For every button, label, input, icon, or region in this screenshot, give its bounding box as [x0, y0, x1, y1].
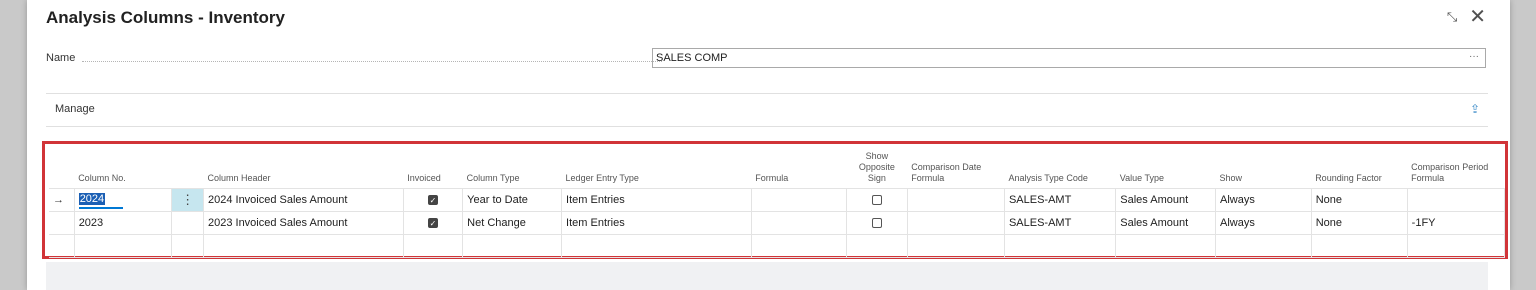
- empty-cell[interactable]: [906, 234, 1005, 258]
- empty-cell[interactable]: [1003, 234, 1117, 258]
- comparison-period-formula-cell[interactable]: [1406, 188, 1506, 212]
- columns-grid-highlight: Column No. Column Header Invoiced Column…: [42, 141, 1508, 259]
- invoiced-checkbox[interactable]: ✓: [427, 195, 438, 206]
- column-no-cell[interactable]: 2024: [73, 188, 173, 212]
- col-comparison-date-formula-header[interactable]: Comparison Date Formula: [907, 145, 1004, 189]
- comparison-date-formula-cell[interactable]: [906, 211, 1005, 235]
- col-analysis-type-code-header[interactable]: Analysis Type Code: [1004, 145, 1115, 189]
- name-leader-dots: [82, 61, 662, 62]
- collapse-arrows-icon[interactable]: ⤡: [1447, 6, 1457, 28]
- empty-cell: [49, 234, 75, 258]
- dialog-title: Analysis Columns - Inventory: [46, 8, 285, 27]
- comparison-date-formula-cell[interactable]: [906, 188, 1005, 212]
- row-menu-cell[interactable]: [171, 211, 204, 235]
- column-no-cell[interactable]: 2023: [73, 211, 173, 235]
- show-opposite-sign-checkbox[interactable]: [871, 195, 882, 206]
- show-opposite-sign-cell[interactable]: [846, 188, 908, 212]
- col-ledger-entry-type-header[interactable]: Ledger Entry Type: [562, 145, 752, 189]
- col-comparison-date-formula-line2: Formula: [911, 173, 945, 183]
- col-show-opposite-sign-line3: Sign: [867, 173, 886, 183]
- empty-cell[interactable]: [750, 234, 848, 258]
- column-no-value: 2024: [78, 193, 106, 205]
- name-field-row: Name SALES COMP ···: [46, 48, 1488, 70]
- empty-cell[interactable]: [402, 234, 464, 258]
- show-opposite-sign-cell[interactable]: [846, 211, 908, 235]
- name-input-value: SALES COMP: [656, 52, 728, 64]
- empty-cell[interactable]: [1115, 234, 1217, 258]
- col-invoiced-header[interactable]: Invoiced: [403, 145, 462, 189]
- column-header-cell[interactable]: 2024 Invoiced Sales Amount: [202, 188, 404, 212]
- row-menu-icon[interactable]: ⋮: [171, 188, 204, 212]
- invoiced-cell[interactable]: ✓: [402, 188, 464, 212]
- empty-cell[interactable]: [202, 234, 404, 258]
- col-menu-header: [172, 145, 204, 189]
- empty-cell[interactable]: [1215, 234, 1312, 258]
- col-comparison-period-formula-line2: Formula: [1411, 173, 1445, 183]
- empty-cell: [171, 234, 204, 258]
- empty-new-row[interactable]: [49, 234, 1506, 258]
- columns-grid: Column No. Column Header Invoiced Column…: [49, 145, 1506, 258]
- invoiced-cell[interactable]: ✓: [402, 211, 464, 235]
- empty-cell[interactable]: [561, 234, 752, 258]
- name-input[interactable]: SALES COMP ···: [652, 48, 1486, 68]
- formula-cell[interactable]: [750, 211, 848, 235]
- col-show-header[interactable]: Show: [1216, 145, 1312, 189]
- empty-cell[interactable]: [1310, 234, 1408, 258]
- grid-empty-area: [46, 262, 1488, 290]
- column-header-cell[interactable]: 2023 Invoiced Sales Amount: [202, 211, 404, 235]
- col-show-opposite-sign-line2: Opposite: [858, 162, 895, 172]
- close-icon[interactable]: ✕: [1469, 6, 1486, 28]
- comparison-period-formula-cell[interactable]: -1FY: [1406, 211, 1506, 235]
- col-show-opposite-sign-header[interactable]: Show Opposite Sign: [847, 145, 908, 189]
- table-row[interactable]: → 2024 ⋮ 2024 Invoiced Sales Amount ✓ Ye…: [49, 188, 1506, 212]
- analysis-type-code-cell[interactable]: SALES-AMT: [1003, 188, 1117, 212]
- col-value-type-header[interactable]: Value Type: [1116, 145, 1216, 189]
- col-comparison-date-formula-line1: Comparison Date: [911, 162, 982, 172]
- col-column-no-header[interactable]: Column No.: [74, 145, 172, 189]
- value-type-cell[interactable]: Sales Amount: [1115, 211, 1217, 235]
- show-opposite-sign-checkbox[interactable]: [871, 218, 882, 229]
- col-rounding-factor-header[interactable]: Rounding Factor: [1311, 145, 1407, 189]
- ledger-entry-type-cell[interactable]: Item Entries: [561, 211, 752, 235]
- share-icon[interactable]: ⇪: [1470, 102, 1480, 116]
- row-indicator-arrow-icon: →: [49, 188, 75, 212]
- name-more-button[interactable]: ···: [1469, 51, 1479, 62]
- action-bar: Manage ⇪: [46, 93, 1488, 127]
- value-type-cell[interactable]: Sales Amount: [1115, 188, 1217, 212]
- rounding-factor-cell[interactable]: None: [1310, 188, 1408, 212]
- row-indicator: [49, 211, 75, 235]
- empty-cell[interactable]: [846, 234, 908, 258]
- col-column-type-header[interactable]: Column Type: [463, 145, 562, 189]
- column-no-input[interactable]: 2024: [78, 191, 123, 209]
- empty-cell[interactable]: [462, 234, 563, 258]
- empty-cell[interactable]: [1406, 234, 1506, 258]
- analysis-type-code-cell[interactable]: SALES-AMT: [1003, 211, 1117, 235]
- ledger-entry-type-cell[interactable]: Item Entries: [561, 188, 752, 212]
- analysis-columns-dialog: Analysis Columns - Inventory ⤡ ✕ Name SA…: [27, 0, 1510, 290]
- col-formula-header[interactable]: Formula: [751, 145, 846, 189]
- column-type-cell[interactable]: Net Change: [462, 211, 563, 235]
- col-comparison-period-formula-header[interactable]: Comparison Period Formula: [1407, 145, 1504, 189]
- table-row[interactable]: 2023 2023 Invoiced Sales Amount ✓ Net Ch…: [49, 211, 1506, 235]
- show-cell[interactable]: Always: [1215, 188, 1312, 212]
- empty-cell[interactable]: [73, 234, 173, 258]
- col-column-header-header[interactable]: Column Header: [203, 145, 403, 189]
- col-show-opposite-sign-line1: Show: [865, 151, 889, 161]
- invoiced-checkbox[interactable]: ✓: [427, 218, 438, 229]
- show-cell[interactable]: Always: [1215, 211, 1312, 235]
- col-indicator-header: [49, 145, 74, 189]
- name-label: Name: [46, 52, 76, 64]
- window-controls: ⤡ ✕: [1447, 6, 1486, 28]
- column-type-cell[interactable]: Year to Date: [462, 188, 563, 212]
- col-comparison-period-formula-line1: Comparison Period: [1411, 162, 1489, 172]
- formula-cell[interactable]: [750, 188, 848, 212]
- grid-header-row: Column No. Column Header Invoiced Column…: [49, 145, 1505, 189]
- manage-menu[interactable]: Manage: [55, 103, 95, 115]
- rounding-factor-cell[interactable]: None: [1310, 211, 1408, 235]
